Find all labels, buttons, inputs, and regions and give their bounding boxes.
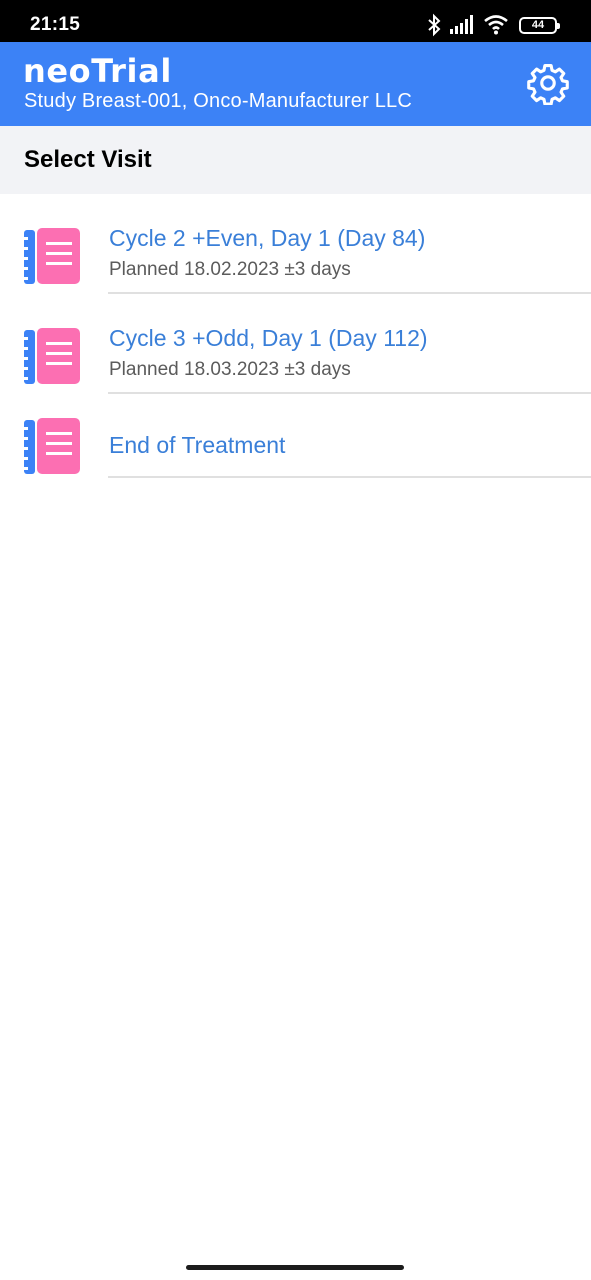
settings-button[interactable] [525, 60, 571, 106]
status-bar: 21:15 44 [0, 0, 591, 42]
visit-planned-date: Planned 18.03.2023 ±3 days [109, 359, 351, 380]
section-header: Select Visit [0, 126, 591, 194]
visit-item[interactable]: Cycle 3 +Odd, Day 1 (Day 112) Planned 18… [0, 294, 591, 394]
visit-item[interactable]: Cycle 2 +Even, Day 1 (Day 84) Planned 18… [0, 194, 591, 294]
visit-planned-date: Planned 18.02.2023 ±3 days [109, 259, 351, 280]
battery-icon: 44 [519, 17, 560, 34]
status-time: 21:15 [30, 14, 81, 35]
visit-title: Cycle 3 +Odd, Day 1 (Day 112) [109, 325, 428, 351]
study-subtitle: Study Breast-001, Onco-Manufacturer LLC [24, 90, 412, 112]
notebook-icon [24, 418, 80, 474]
visit-title: Cycle 2 +Even, Day 1 (Day 84) [109, 225, 426, 251]
wifi-icon [484, 15, 508, 35]
divider [108, 476, 591, 478]
section-title: Select Visit [24, 146, 152, 173]
app-header: neoTrial Study Breast-001, Onco-Manufact… [0, 42, 591, 126]
gear-icon [527, 64, 569, 105]
visit-item[interactable]: End of Treatment [0, 394, 591, 478]
app-title: neoTrial [23, 52, 172, 90]
notebook-icon [24, 228, 80, 284]
visit-title: End of Treatment [109, 432, 286, 458]
signal-icon [450, 15, 473, 34]
visit-list: Cycle 2 +Even, Day 1 (Day 84) Planned 18… [0, 194, 591, 478]
bluetooth-icon [428, 13, 441, 37]
home-indicator[interactable] [186, 1265, 404, 1270]
notebook-icon [24, 328, 80, 384]
